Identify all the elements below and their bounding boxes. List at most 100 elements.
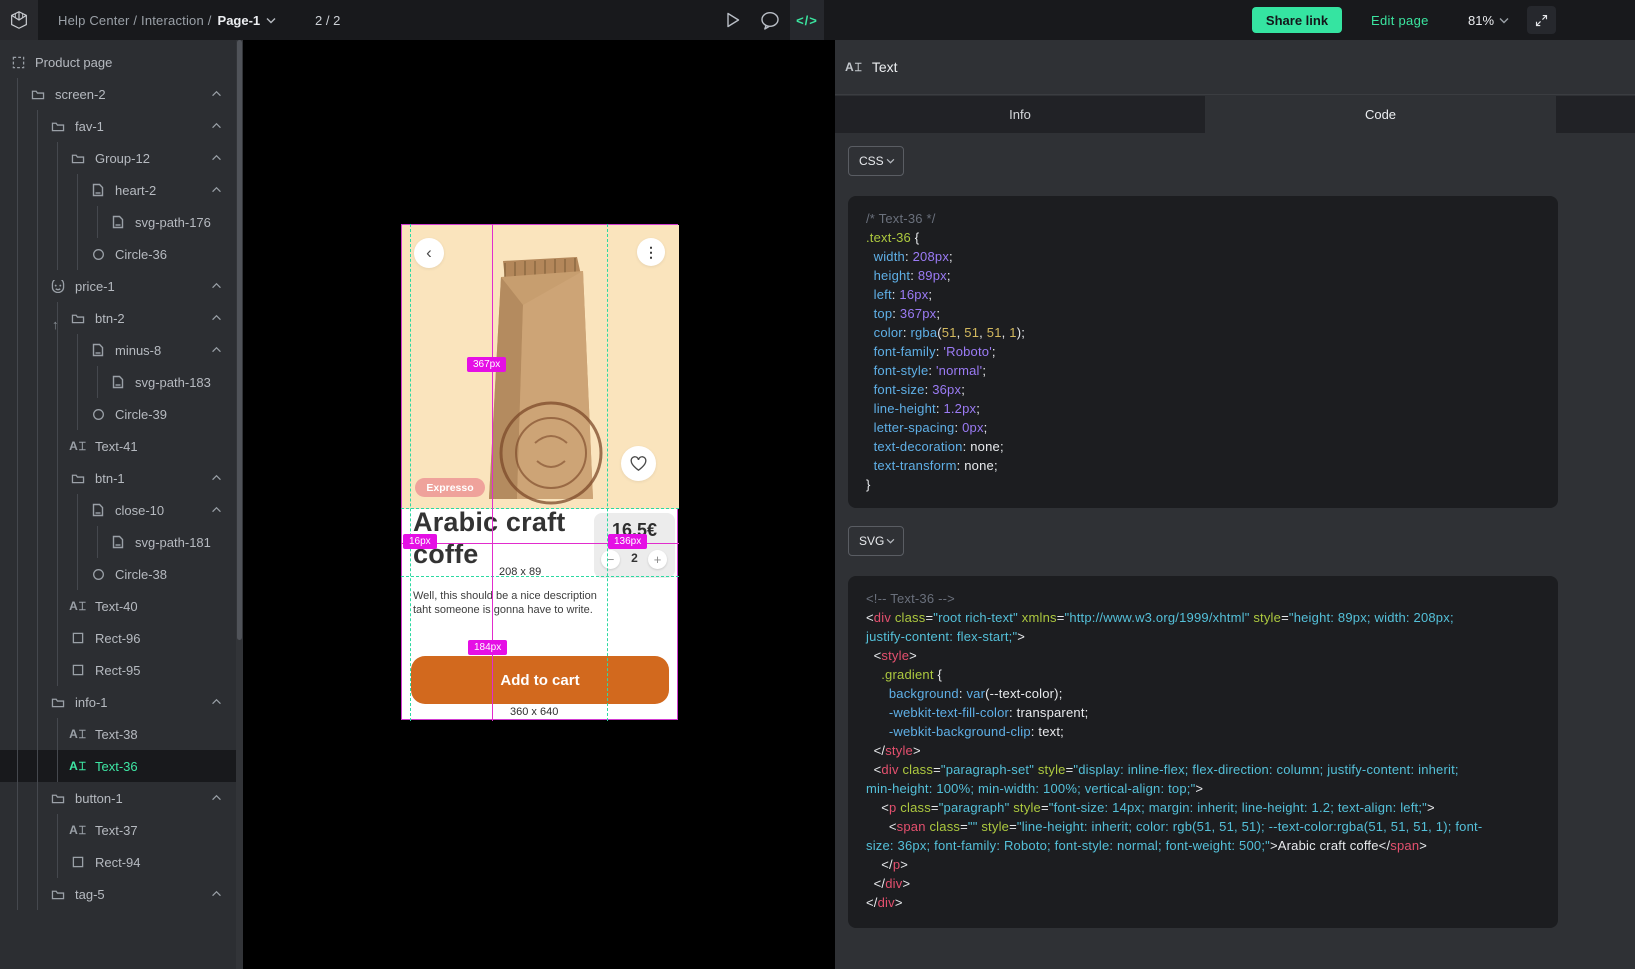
edit-page-link[interactable]: Edit page bbox=[1371, 0, 1429, 40]
fullscreen-button[interactable] bbox=[1527, 6, 1556, 34]
chevron-up-icon[interactable] bbox=[211, 154, 222, 161]
layer-row-button-1[interactable]: button-1 bbox=[0, 782, 236, 814]
inspector-header: A⌶ Text bbox=[835, 40, 1635, 95]
layer-row-screen-2[interactable]: screen-2 bbox=[0, 78, 236, 110]
layer-row-svg-path-183[interactable]: svg-path-183 bbox=[0, 366, 236, 398]
tree-indent-guide bbox=[37, 846, 38, 878]
breadcrumb-current-page: Page-1 bbox=[218, 13, 261, 28]
add-to-cart-button[interactable]: Add to cart bbox=[411, 656, 669, 704]
product-page-frame[interactable]: ‹ ⋮ Expresso Arabic craft coffe 208 x 89… bbox=[401, 224, 678, 720]
tree-indent-guide bbox=[57, 398, 58, 430]
back-button[interactable]: ‹ bbox=[414, 238, 444, 268]
tree-indent-guide bbox=[37, 334, 38, 366]
layer-row-heart-2[interactable]: heart-2 bbox=[0, 174, 236, 206]
text-layer-icon: A⌶ bbox=[845, 60, 863, 75]
cube-logo-icon bbox=[8, 9, 30, 31]
layer-row-tag-5[interactable]: tag-5 bbox=[0, 878, 236, 910]
text-icon: A⌶ bbox=[70, 726, 86, 742]
chevron-up-icon[interactable] bbox=[211, 698, 222, 705]
chevron-up-icon[interactable] bbox=[211, 90, 222, 97]
circle-icon bbox=[90, 246, 106, 262]
circle-icon bbox=[90, 566, 106, 582]
layer-row-circle-39[interactable]: Circle-39 bbox=[0, 398, 236, 430]
layer-row-group-12[interactable]: Group-12 bbox=[0, 142, 236, 174]
layer-row-rect-94[interactable]: Rect-94 bbox=[0, 846, 236, 878]
layer-label: btn-1 bbox=[95, 471, 125, 486]
layer-row-text-38[interactable]: A⌶Text-38 bbox=[0, 718, 236, 750]
layer-row-rect-96[interactable]: Rect-96 bbox=[0, 622, 236, 654]
tree-indent-guide bbox=[37, 366, 38, 398]
layer-row-circle-38[interactable]: Circle-38 bbox=[0, 558, 236, 590]
layer-row-close-10[interactable]: close-10 bbox=[0, 494, 236, 526]
code-line: line-height: 1.2px; bbox=[866, 399, 1540, 418]
quantity-plus-button[interactable]: + bbox=[648, 550, 667, 569]
tree-indent-guide bbox=[17, 78, 18, 110]
tree-indent-guide bbox=[37, 686, 38, 718]
layer-row-fav-1[interactable]: fav-1 bbox=[0, 110, 236, 142]
chevron-up-icon[interactable] bbox=[211, 186, 222, 193]
chevron-up-icon[interactable] bbox=[211, 282, 222, 289]
tree-indent-guide bbox=[37, 782, 38, 814]
tab-code[interactable]: Code bbox=[1205, 96, 1556, 133]
chevron-up-icon[interactable] bbox=[211, 890, 222, 897]
tree-indent-guide bbox=[77, 494, 78, 526]
chevron-up-icon[interactable] bbox=[211, 122, 222, 129]
svg-code-block[interactable]: <!-- Text-36 --><div class="root rich-te… bbox=[848, 576, 1558, 928]
canvas[interactable]: ‹ ⋮ Expresso Arabic craft coffe 208 x 89… bbox=[243, 40, 835, 969]
layer-row-product-page[interactable]: Product page bbox=[0, 46, 236, 78]
chevron-up-icon[interactable] bbox=[211, 314, 222, 321]
favorite-button[interactable] bbox=[621, 446, 656, 481]
code-line: .gradient { bbox=[866, 665, 1540, 684]
layer-row-text-36[interactable]: A⌶Text-36 bbox=[0, 750, 236, 782]
comments-button[interactable] bbox=[753, 0, 787, 40]
tree-indent-guide bbox=[37, 494, 38, 526]
text-icon: A⌶ bbox=[70, 598, 86, 614]
text-icon: A⌶ bbox=[70, 438, 86, 454]
code-line: min-height: 100%; min-width: 100%; verti… bbox=[866, 779, 1540, 798]
tree-indent-guide bbox=[17, 654, 18, 686]
layer-row-circle-36[interactable]: Circle-36 bbox=[0, 238, 236, 270]
folder-icon bbox=[70, 470, 86, 486]
layer-row-minus-8[interactable]: minus-8 bbox=[0, 334, 236, 366]
chevron-up-icon[interactable] bbox=[211, 346, 222, 353]
share-link-button[interactable]: Share link bbox=[1252, 7, 1342, 33]
css-code-block[interactable]: /* Text-36 */.text-36 { width: 208px; he… bbox=[848, 196, 1558, 508]
css-format-dropdown[interactable]: CSS bbox=[848, 146, 904, 176]
svg-format-dropdown[interactable]: SVG bbox=[848, 526, 904, 556]
product-title[interactable]: Arabic craft coffe bbox=[413, 506, 581, 570]
folder-icon bbox=[50, 886, 66, 902]
layer-row-text-41[interactable]: A⌶Text-41 bbox=[0, 430, 236, 462]
quantity-minus-button[interactable]: − bbox=[601, 550, 620, 569]
folder-icon bbox=[50, 790, 66, 806]
tree-indent-guide bbox=[17, 206, 18, 238]
app-logo[interactable] bbox=[0, 0, 38, 40]
layer-row-text-37[interactable]: A⌶Text-37 bbox=[0, 814, 236, 846]
tabbar-filler bbox=[1556, 96, 1635, 133]
layer-row-svg-path-176[interactable]: svg-path-176 bbox=[0, 206, 236, 238]
zoom-level-dropdown[interactable]: 81% bbox=[1468, 0, 1509, 40]
heart-icon bbox=[629, 455, 648, 472]
tree-indent-guide bbox=[57, 750, 58, 782]
chevron-up-icon[interactable] bbox=[211, 794, 222, 801]
tree-indent-guide bbox=[17, 814, 18, 846]
layer-row-btn-1[interactable]: btn-1 bbox=[0, 462, 236, 494]
layer-row-price-1[interactable]: price-1 bbox=[0, 270, 236, 302]
layer-row-svg-path-181[interactable]: svg-path-181 bbox=[0, 526, 236, 558]
chevron-up-icon[interactable] bbox=[211, 474, 222, 481]
breadcrumb[interactable]: Help Center / Interaction / Page-1 bbox=[58, 0, 276, 40]
menu-button[interactable]: ⋮ bbox=[637, 238, 665, 266]
tab-info[interactable]: Info bbox=[835, 96, 1205, 133]
tree-indent-guide bbox=[57, 462, 58, 494]
layer-row-btn-2[interactable]: btn-2 bbox=[0, 302, 236, 334]
layer-row-text-40[interactable]: A⌶Text-40 bbox=[0, 590, 236, 622]
layer-row-rect-95[interactable]: Rect-95 bbox=[0, 654, 236, 686]
tree-indent-guide bbox=[57, 174, 58, 206]
layer-row-info-1[interactable]: info-1 bbox=[0, 686, 236, 718]
chevron-up-icon[interactable] bbox=[211, 506, 222, 513]
code-mode-button[interactable]: </> bbox=[790, 0, 824, 40]
sidebar-scrollbar-thumb[interactable] bbox=[237, 40, 242, 640]
tree-indent-guide bbox=[37, 462, 38, 494]
chevron-down-icon[interactable] bbox=[266, 17, 276, 24]
code-line: </style> bbox=[866, 741, 1540, 760]
play-button[interactable] bbox=[716, 0, 750, 40]
